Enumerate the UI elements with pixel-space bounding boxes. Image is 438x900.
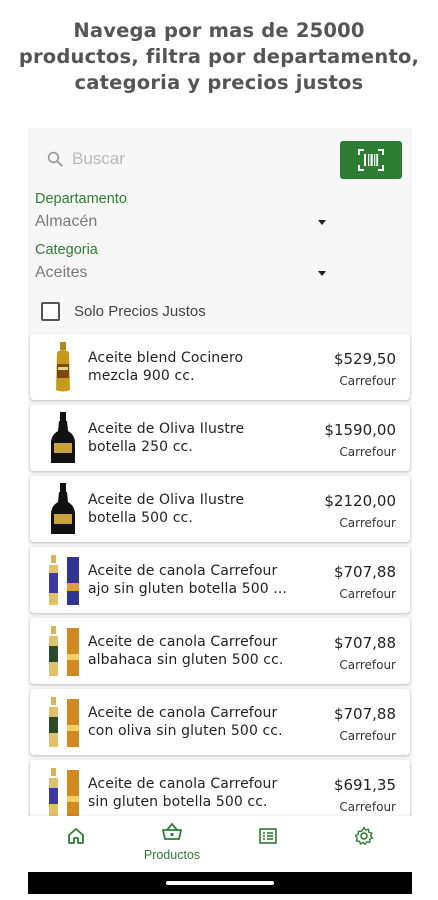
product-price: $691,35 bbox=[333, 776, 396, 794]
product-price: $529,50 bbox=[333, 350, 396, 368]
bottom-navigation: Productos bbox=[28, 816, 412, 872]
nav-item-home[interactable] bbox=[28, 816, 124, 872]
product-name: Aceite de canola Carrefour albahaca sin … bbox=[88, 633, 308, 669]
product-name: Aceite de Oliva Ilustre botella 250 cc. bbox=[88, 420, 308, 456]
product-name-line-1: Aceite de Oliva Ilustre bbox=[88, 421, 245, 437]
orange-label-bottle-icon bbox=[49, 626, 79, 676]
promo-headline-line-3: categoria y precios justos bbox=[74, 71, 364, 94]
nav-item-list[interactable] bbox=[220, 816, 316, 872]
product-name-line-2: botella 250 cc. bbox=[88, 439, 193, 455]
department-value: Almacén bbox=[35, 213, 98, 230]
product-store: Carrefour bbox=[339, 729, 396, 743]
product-name-line-2: albahaca sin gluten 500 cc. bbox=[88, 652, 284, 668]
blue-label-bottle-icon bbox=[49, 555, 79, 605]
product-name: Aceite de canola Carrefour sin gluten bo… bbox=[88, 775, 308, 811]
category-value: Aceites bbox=[35, 264, 88, 281]
product-card[interactable]: Aceite de Oliva Ilustre botella 500 cc. … bbox=[30, 476, 410, 542]
search-icon bbox=[47, 151, 63, 167]
product-name-line-1: Aceite blend Cocinero bbox=[88, 350, 244, 366]
category-select[interactable]: Aceites bbox=[28, 261, 338, 287]
department-select[interactable]: Almacén bbox=[28, 210, 338, 236]
orange-label-bottle-icon bbox=[49, 697, 79, 747]
barcode-scan-button[interactable] bbox=[340, 141, 402, 179]
basket-icon bbox=[162, 822, 182, 840]
fair-prices-label: Solo Precios Justos bbox=[74, 303, 206, 320]
product-name: Aceite blend Cocinero mezcla 900 cc. bbox=[88, 349, 308, 385]
home-icon bbox=[68, 828, 84, 844]
product-card[interactable]: Aceite blend Cocinero mezcla 900 cc. $52… bbox=[30, 334, 410, 400]
product-price: $2120,00 bbox=[324, 492, 396, 510]
orange-label-bottle-icon bbox=[49, 768, 79, 818]
nav-item-productos[interactable]: Productos bbox=[124, 816, 220, 872]
product-store: Carrefour bbox=[339, 516, 396, 530]
system-gesture-bar bbox=[28, 872, 412, 894]
promo-headline-line-1: Navega por mas de 25000 bbox=[73, 19, 365, 42]
department-dropdown-arrow-icon bbox=[318, 220, 326, 225]
category-dropdown-arrow-icon bbox=[318, 271, 326, 276]
product-name-line-1: Aceite de canola Carrefour bbox=[88, 776, 278, 792]
fair-prices-checkbox[interactable] bbox=[41, 302, 60, 321]
list-icon bbox=[259, 828, 277, 844]
nav-item-settings[interactable] bbox=[316, 816, 412, 872]
product-name-line-2: botella 500 cc. bbox=[88, 510, 193, 526]
product-name-line-2: ajo sin gluten botella 500 ... bbox=[88, 581, 287, 597]
barcode-scan-icon bbox=[358, 149, 384, 171]
product-price: $707,88 bbox=[333, 634, 396, 652]
product-store: Carrefour bbox=[339, 445, 396, 459]
product-name-line-2: con oliva sin gluten 500 cc. bbox=[88, 723, 283, 739]
amber-bottle-icon bbox=[56, 342, 70, 392]
product-name-line-1: Aceite de canola Carrefour bbox=[88, 563, 278, 579]
app-screen: Departamento Almacén Categoria Aceites S… bbox=[28, 128, 412, 894]
settings-icon bbox=[354, 826, 374, 845]
product-card[interactable]: Aceite de Oliva Ilustre botella 250 cc. … bbox=[30, 405, 410, 471]
product-store: Carrefour bbox=[339, 587, 396, 601]
product-name-line-1: Aceite de canola Carrefour bbox=[88, 634, 278, 650]
product-name-line-2: sin gluten botella 500 cc. bbox=[88, 794, 268, 810]
product-card[interactable]: Aceite de canola Carrefour con oliva sin… bbox=[30, 689, 410, 755]
product-name-line-1: Aceite de Oliva Ilustre bbox=[88, 492, 245, 508]
product-price: $707,88 bbox=[333, 563, 396, 581]
black-bottle-icon bbox=[51, 483, 75, 534]
promo-headline-line-2: productos, filtra por departamento, bbox=[18, 45, 420, 68]
product-store: Carrefour bbox=[339, 658, 396, 672]
product-name-line-1: Aceite de canola Carrefour bbox=[88, 705, 278, 721]
product-card[interactable]: Aceite de canola Carrefour albahaca sin … bbox=[30, 618, 410, 684]
black-bottle-icon bbox=[51, 412, 75, 463]
nav-label-productos: Productos bbox=[143, 848, 201, 862]
department-label: Departamento bbox=[35, 191, 127, 207]
product-name-line-2: mezcla 900 cc. bbox=[88, 368, 195, 384]
search-input[interactable] bbox=[72, 146, 322, 172]
product-card[interactable]: Aceite de canola Carrefour ajo sin glute… bbox=[30, 547, 410, 613]
promo-headline: Navega por mas de 25000 productos, filtr… bbox=[0, 18, 438, 96]
product-store: Carrefour bbox=[339, 800, 396, 814]
search-bar bbox=[28, 128, 412, 188]
product-name: Aceite de canola Carrefour con oliva sin… bbox=[88, 704, 308, 740]
product-price: $1590,00 bbox=[324, 421, 396, 439]
category-label: Categoria bbox=[35, 242, 98, 258]
product-name: Aceite de canola Carrefour ajo sin glute… bbox=[88, 562, 308, 598]
gesture-handle[interactable] bbox=[166, 881, 274, 885]
product-price: $707,88 bbox=[333, 705, 396, 723]
product-name: Aceite de Oliva Ilustre botella 500 cc. bbox=[88, 491, 308, 527]
product-store: Carrefour bbox=[339, 374, 396, 388]
